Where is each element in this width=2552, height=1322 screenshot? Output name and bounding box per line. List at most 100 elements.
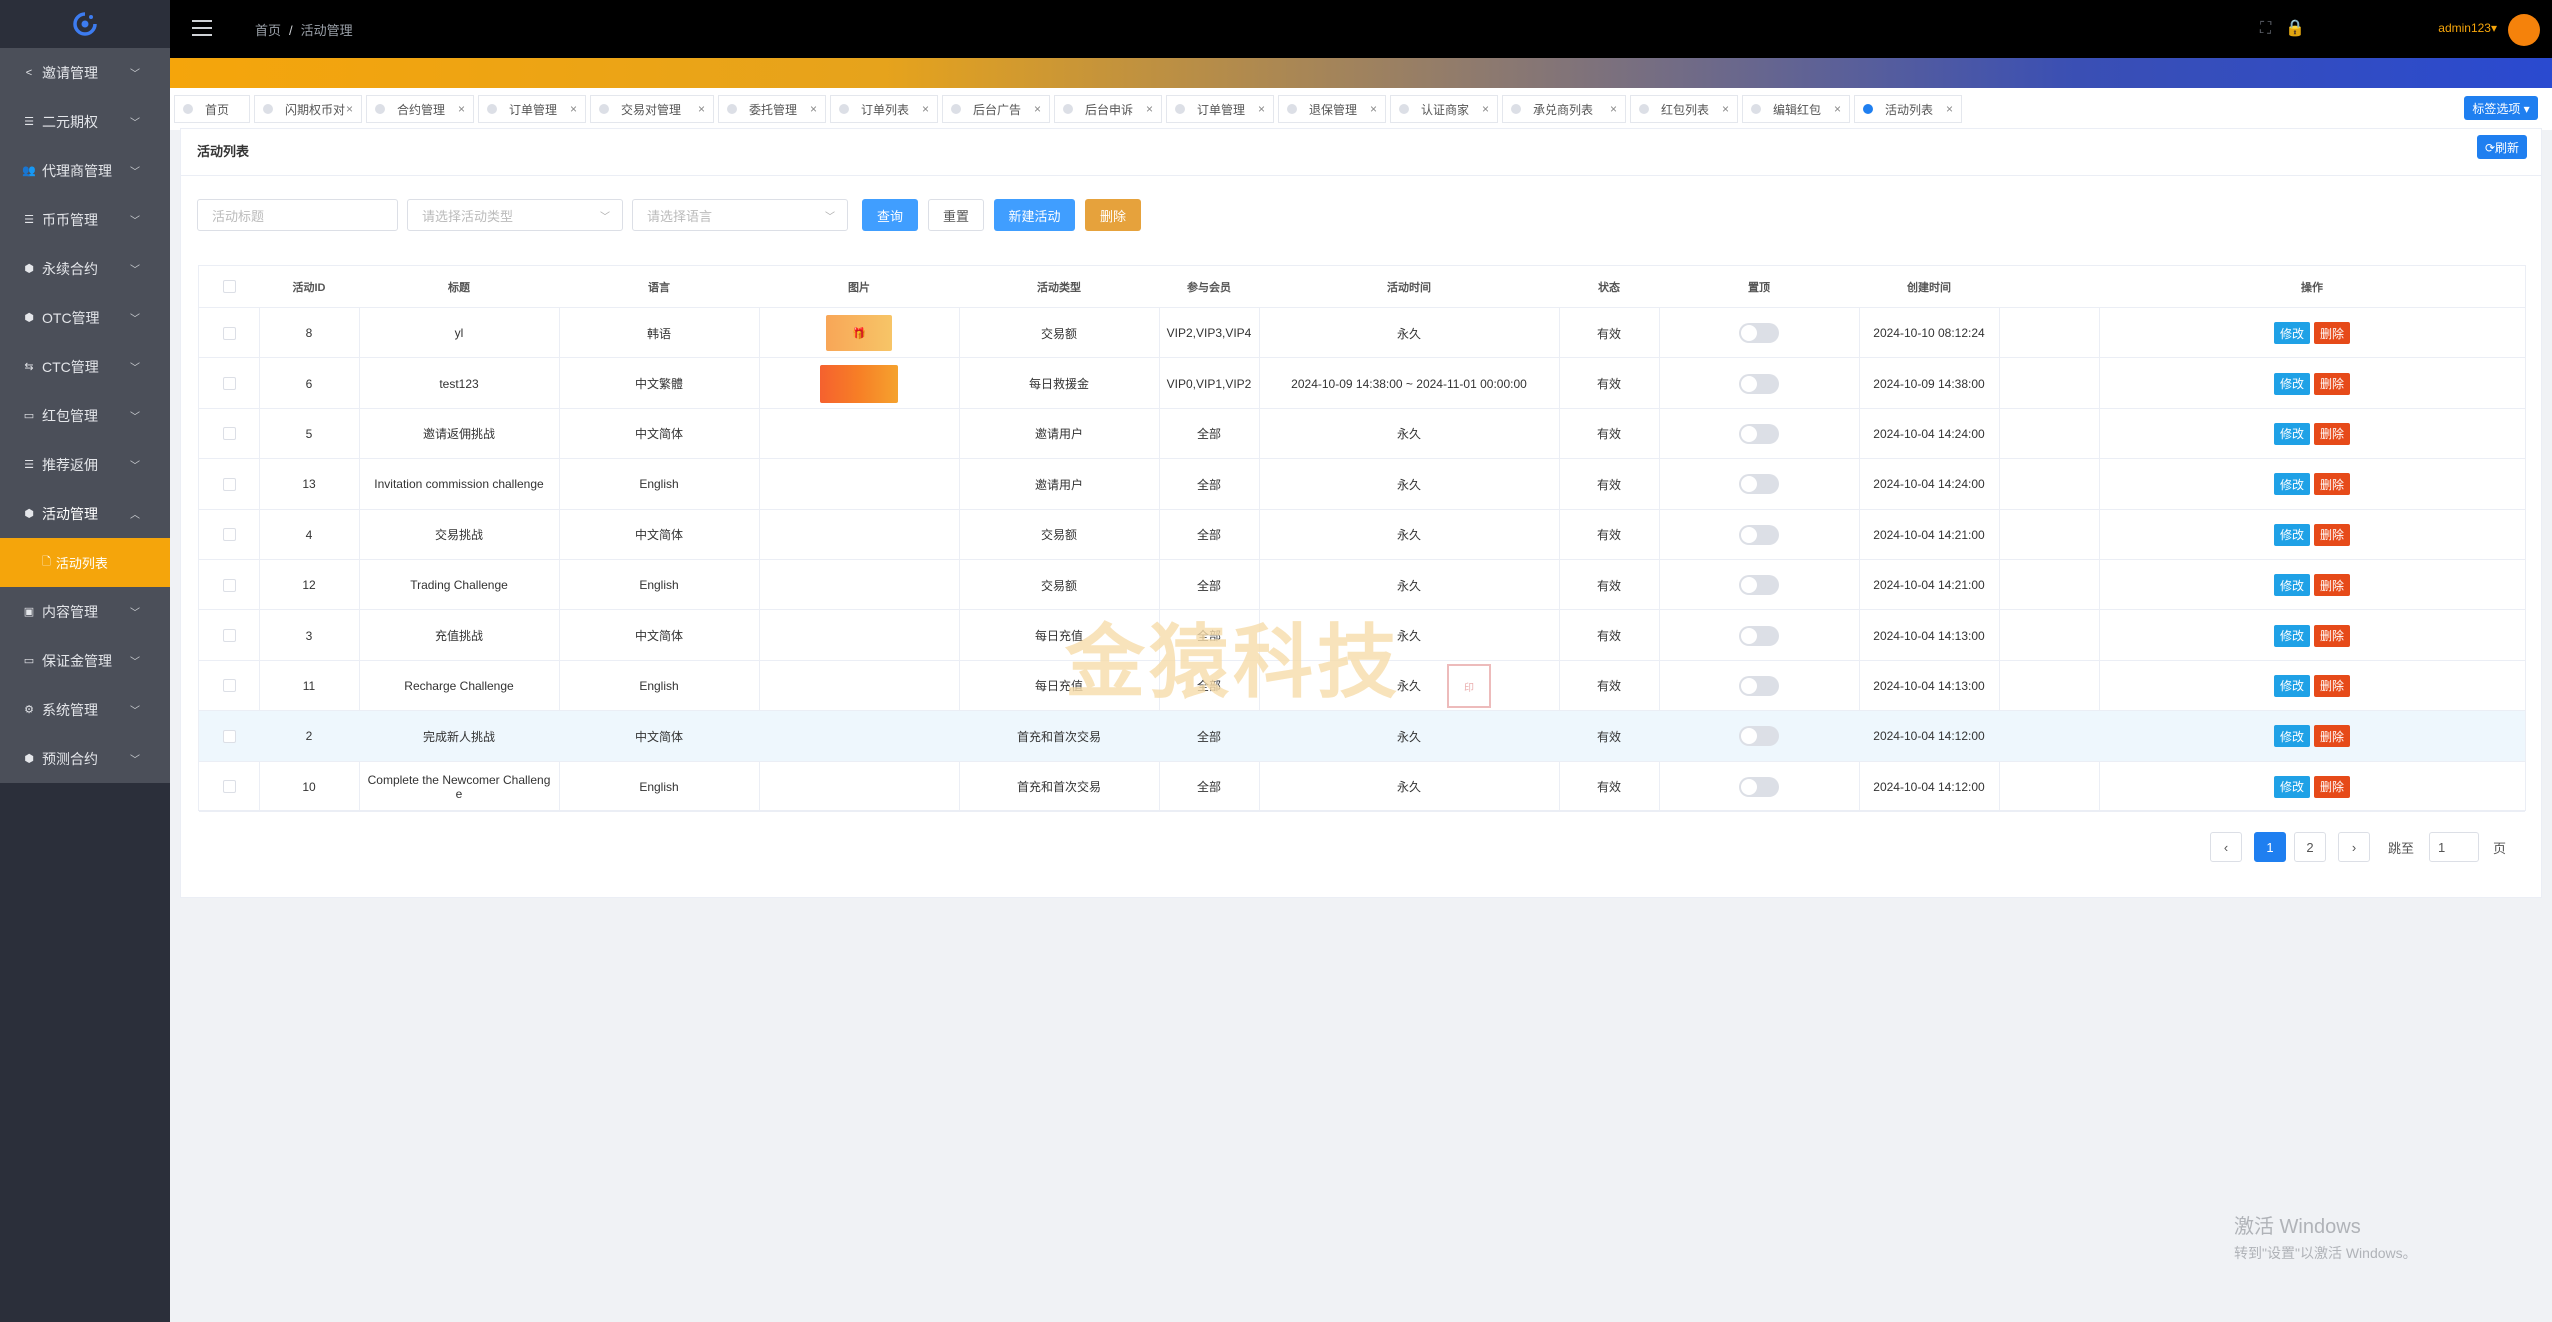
delete-button[interactable]: 删除 [2314, 574, 2351, 597]
close-icon[interactable]: × [1482, 102, 1489, 116]
close-icon[interactable]: × [1146, 102, 1153, 116]
tab-item[interactable]: 订单管理 × [478, 95, 586, 123]
bulk-delete-button[interactable]: 删除 [1085, 199, 1141, 231]
tab-item[interactable]: 退保管理 × [1278, 95, 1386, 123]
fullscreen-icon[interactable]: ⛶ [2260, 20, 2285, 37]
edit-button[interactable]: 修改 [2273, 725, 2310, 748]
sidebar-item[interactable]: ⬢ OTC管理 ﹀ [0, 293, 170, 342]
user-menu[interactable]: admin123▾ [2438, 21, 2497, 35]
tab-item[interactable]: 活动列表 × [1854, 95, 1962, 123]
delete-button[interactable]: 删除 [2314, 624, 2351, 647]
sidebar-item[interactable]: ▭ 红包管理 ﹀ [0, 391, 170, 440]
sidebar-item[interactable]: ▣ 内容管理 ﹀ [0, 587, 170, 636]
sidebar-item[interactable]: ⬢ 活动管理 ︿ [0, 489, 170, 538]
tab-item[interactable]: 编辑红包 × [1742, 95, 1850, 123]
page-2-button[interactable]: 2 [2294, 832, 2326, 862]
table-row[interactable]: 13 Invitation commission challenge English… [199, 459, 2525, 510]
tab-item[interactable]: 承兑商列表 × [1502, 95, 1626, 123]
refresh-button[interactable]: ⟳刷新 [2477, 135, 2527, 159]
sidebar-item[interactable]: ⇆ CTC管理 ﹀ [0, 342, 170, 391]
close-icon[interactable]: × [458, 102, 465, 116]
edit-button[interactable]: 修改 [2273, 775, 2310, 798]
lock-icon[interactable]: 🔒 [2285, 20, 2319, 37]
sidebar-item[interactable]: ⚙ 系统管理 ﹀ [0, 685, 170, 734]
sidebar-item[interactable]: ▭ 保证金管理 ﹀ [0, 636, 170, 685]
activity-thumbnail[interactable] [820, 364, 898, 403]
delete-button[interactable]: 删除 [2314, 372, 2351, 395]
row-checkbox[interactable] [222, 729, 236, 743]
prev-page-button[interactable]: ‹ [2210, 832, 2242, 862]
tab-item[interactable]: 交易对管理 × [590, 95, 714, 123]
avatar[interactable] [2508, 14, 2540, 46]
row-checkbox[interactable] [222, 528, 236, 542]
table-row[interactable]: 2 完成新人挑战 中文简体 首充和首次交易 全部 永久 有效 2024-10-04 14:12… [199, 711, 2525, 762]
title-search-input[interactable]: 活动标题 [197, 199, 398, 231]
close-icon[interactable]: × [810, 102, 817, 116]
close-icon[interactable]: × [1610, 102, 1617, 116]
edit-button[interactable]: 修改 [2273, 574, 2310, 597]
delete-button[interactable]: 删除 [2314, 775, 2351, 798]
tag-options-button[interactable]: 标签选项 ▾ [2464, 96, 2538, 120]
table-row[interactable]: 6 test123 中文繁體 每日救援金 VIP0,VIP1,VIP2 2024-10-0… [199, 358, 2525, 409]
edit-button[interactable]: 修改 [2273, 372, 2310, 395]
row-checkbox[interactable] [222, 679, 236, 693]
row-checkbox[interactable] [222, 427, 236, 441]
sidebar-item[interactable]: ⬢ 预测合约 ﹀ [0, 734, 170, 783]
close-icon[interactable]: × [1370, 102, 1377, 116]
table-row[interactable]: 5 邀请返佣挑战 中文简体 邀请用户 全部 永久 有效 2024-10-04 14:24:00… [199, 409, 2525, 460]
close-icon[interactable]: × [1258, 102, 1265, 116]
row-checkbox[interactable] [222, 477, 236, 491]
row-checkbox[interactable] [222, 578, 236, 592]
tab-item[interactable]: 委托管理 × [718, 95, 826, 123]
next-page-button[interactable]: › [2338, 832, 2370, 862]
close-icon[interactable]: × [1946, 102, 1953, 116]
close-icon[interactable]: × [1834, 102, 1841, 116]
edit-button[interactable]: 修改 [2273, 523, 2310, 546]
pin-toggle[interactable] [1739, 474, 1779, 495]
sidebar-item[interactable]: 👥 代理商管理 ﹀ [0, 146, 170, 195]
edit-button[interactable]: 修改 [2273, 322, 2310, 345]
edit-button[interactable]: 修改 [2273, 473, 2310, 496]
delete-button[interactable]: 删除 [2314, 473, 2351, 496]
select-all-checkbox[interactable] [222, 280, 236, 293]
tab-item[interactable]: 合约管理 × [366, 95, 474, 123]
delete-button[interactable]: 删除 [2314, 674, 2351, 697]
close-icon[interactable]: × [346, 102, 353, 116]
close-icon[interactable]: × [570, 102, 577, 116]
sidebar-item[interactable]: ☰ 二元期权 ﹀ [0, 97, 170, 146]
app-logo[interactable] [0, 0, 170, 48]
close-icon[interactable]: × [1034, 102, 1041, 116]
edit-button[interactable]: 修改 [2273, 624, 2310, 647]
activity-thumbnail[interactable]: 🎁 [826, 315, 892, 352]
tab-item[interactable]: 后台申诉 × [1054, 95, 1162, 123]
tab-item[interactable]: 首页 [174, 95, 250, 123]
edit-button[interactable]: 修改 [2273, 674, 2310, 697]
language-select[interactable]: 请选择语言 ﹀ [632, 199, 848, 231]
goto-page-input[interactable]: 1 [2429, 832, 2479, 862]
row-checkbox[interactable] [222, 629, 236, 643]
delete-button[interactable]: 删除 [2314, 422, 2351, 445]
sidebar-item[interactable]: < 邀请管理 ﹀ [0, 48, 170, 97]
query-button[interactable]: 查询 [862, 199, 918, 231]
reset-button[interactable]: 重置 [928, 199, 984, 231]
close-icon[interactable]: × [922, 102, 929, 116]
tab-item[interactable]: 闪期权币对 × [254, 95, 362, 123]
activity-type-select[interactable]: 请选择活动类型 ﹀ [407, 199, 623, 231]
row-checkbox[interactable] [222, 377, 236, 391]
pin-toggle[interactable] [1739, 423, 1779, 444]
sidebar-subitem-activity-list[interactable]: 🗋 活动列表 [0, 538, 170, 587]
row-checkbox[interactable] [222, 326, 236, 340]
pin-toggle[interactable] [1739, 575, 1779, 596]
sidebar-item[interactable]: ☰ 币币管理 ﹀ [0, 195, 170, 244]
pin-toggle[interactable] [1739, 726, 1779, 747]
row-checkbox[interactable] [222, 780, 236, 794]
delete-button[interactable]: 删除 [2314, 725, 2351, 748]
delete-button[interactable]: 删除 [2314, 322, 2351, 345]
create-activity-button[interactable]: 新建活动 [994, 199, 1075, 231]
pin-toggle[interactable] [1739, 524, 1779, 545]
pin-toggle[interactable] [1739, 373, 1779, 394]
table-row[interactable]: 4 交易挑战 中文简体 交易额 全部 永久 有效 2024-10-04 14:21:00 修改删… [199, 510, 2525, 560]
tab-item[interactable]: 认证商家 × [1390, 95, 1498, 123]
tab-item[interactable]: 订单管理 × [1166, 95, 1274, 123]
breadcrumb-home[interactable]: 首页 [255, 23, 281, 38]
